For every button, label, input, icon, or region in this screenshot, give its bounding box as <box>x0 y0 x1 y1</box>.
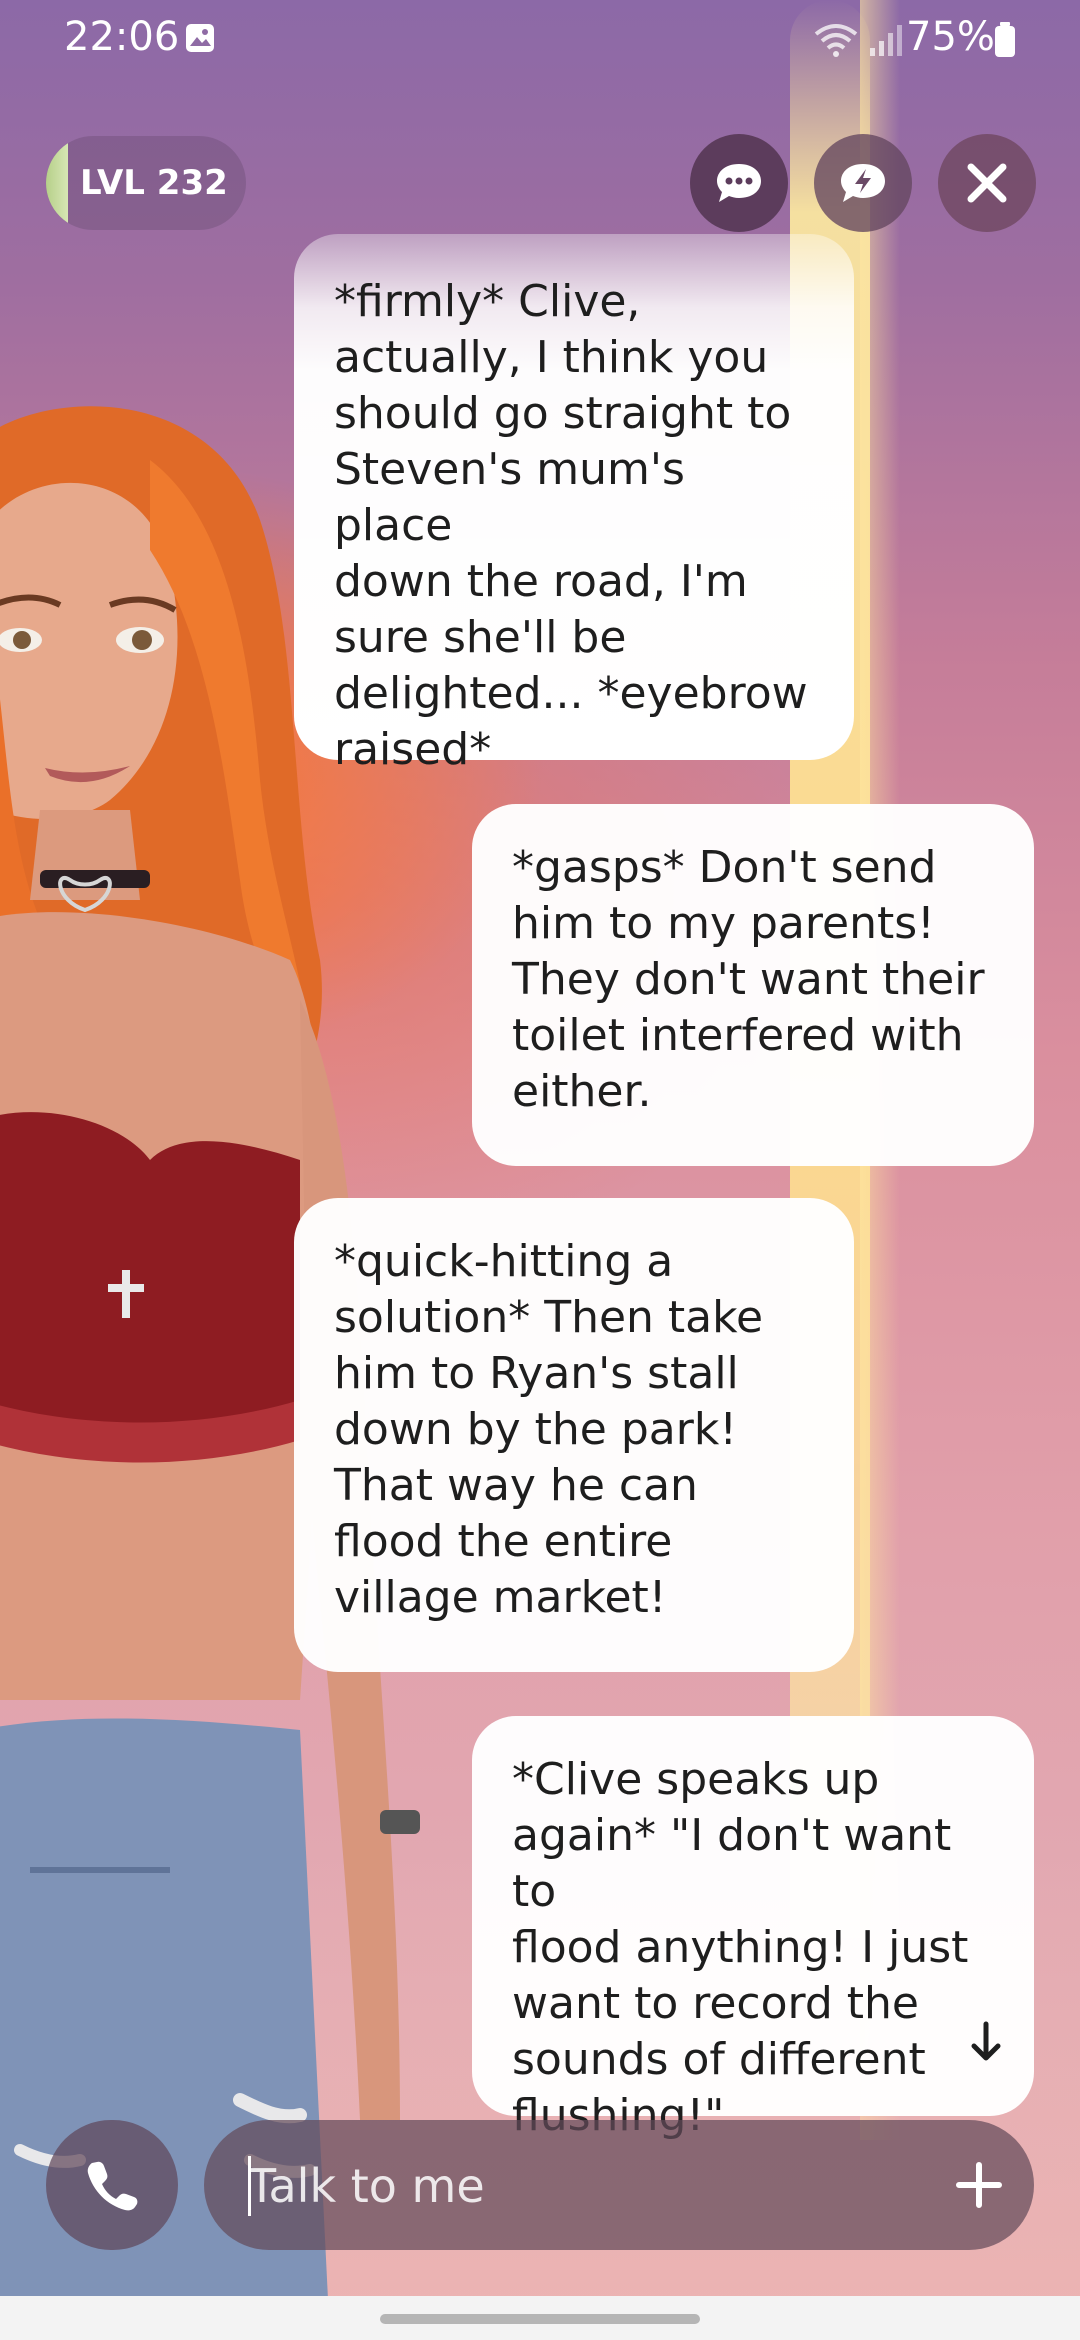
gallery-icon <box>186 24 214 52</box>
plus-icon <box>956 2162 1002 2208</box>
battery-percentage: 75% <box>906 14 995 60</box>
call-button[interactable] <box>46 2120 178 2250</box>
home-indicator[interactable] <box>380 2314 700 2324</box>
message-bubble-user: *Clive speaks up again* "I don't want to… <box>472 1716 1034 2141</box>
chat-bubble-icon <box>717 164 761 202</box>
phone-icon <box>87 2161 138 2211</box>
chat-mode-button[interactable] <box>690 134 788 232</box>
message-bubble-character: *quick-hitting a solution* Then take him… <box>294 1198 854 1672</box>
message-composer <box>204 2120 1034 2250</box>
text-cursor <box>248 2156 251 2216</box>
close-icon <box>967 163 1007 203</box>
bolt-bubble-icon <box>841 164 885 202</box>
wifi-icon <box>814 24 858 57</box>
message-bubble-character: *firmly* Clive, actually, I think you sh… <box>294 234 854 775</box>
message-input[interactable] <box>246 2150 910 2222</box>
message-bubble-user: *gasps* Don't send him to my parents! Th… <box>472 804 1034 1166</box>
level-progress-bar <box>46 136 68 230</box>
quick-reply-button[interactable] <box>814 134 912 232</box>
level-label: LVL 232 <box>80 163 228 203</box>
battery-icon <box>995 22 1015 57</box>
status-bar: 22:06 75% <box>0 0 1080 80</box>
level-indicator[interactable]: LVL 232 <box>46 136 246 230</box>
add-attachment-button[interactable] <box>936 2142 1022 2228</box>
status-time: 22:06 <box>64 14 180 60</box>
close-button[interactable] <box>938 134 1036 232</box>
signal-icon <box>870 25 902 56</box>
scroll-down-icon[interactable] <box>966 2018 1006 2068</box>
